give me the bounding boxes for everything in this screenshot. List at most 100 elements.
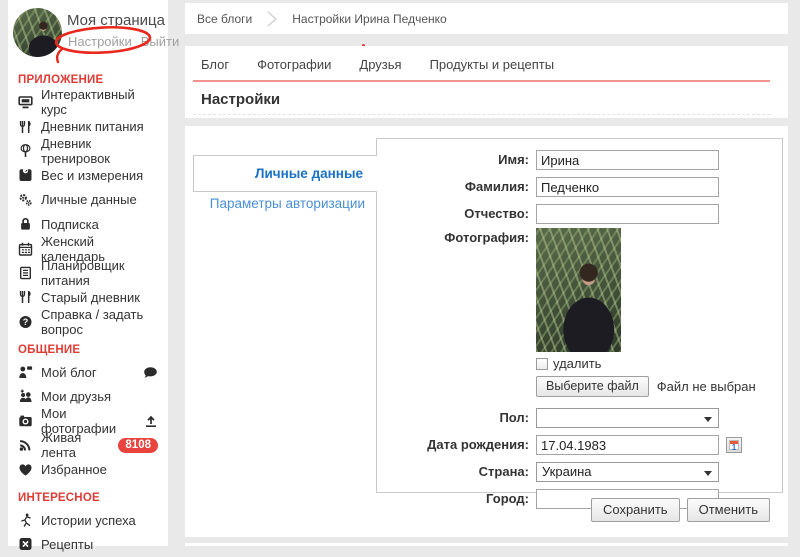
menu-communication: Мой блог Мои друзья Мои фотографии Живая…	[8, 360, 168, 482]
datepicker-button[interactable]: 1	[726, 437, 742, 453]
sidebar-item-label: Избранное	[41, 462, 107, 478]
middle-name-label: Отчество:	[464, 206, 529, 221]
gender-select[interactable]	[536, 408, 719, 428]
comment-icon[interactable]	[143, 366, 158, 379]
live-feed-badge: 8108	[118, 437, 158, 453]
first-name-input[interactable]	[536, 150, 719, 170]
section-title-app: ПРИЛОЖЕНИЕ	[18, 74, 104, 86]
form-row-birth-date: Дата рождения: 1	[377, 435, 782, 455]
last-name-label: Фамилия:	[464, 179, 529, 194]
photo-label: Фотография:	[444, 230, 529, 245]
sidebar-item-label: Мой блог	[41, 364, 97, 380]
birth-date-label: Дата рождения:	[427, 437, 529, 452]
country-label: Страна:	[478, 464, 529, 479]
photos-icon	[18, 414, 33, 428]
heart-icon	[18, 463, 33, 477]
sidebar-item-favorites[interactable]: Избранное	[8, 457, 168, 481]
personal-data-form: Имя: Фамилия: Отчество: Фотография: удал…	[376, 138, 783, 509]
birth-date-input[interactable]	[536, 435, 719, 455]
menu-app: Интерактивный курс Дневник питания Дневн…	[8, 87, 168, 337]
tabs-panel: Блог Фотографии Друзья Продукты и рецепт…	[185, 46, 788, 118]
sidebar-item-label: Вес и измерения	[41, 167, 144, 183]
tab-photos[interactable]: Фотографии	[257, 57, 331, 72]
recipes-icon	[18, 537, 33, 551]
tabs-row: Блог Фотографии Друзья Продукты и рецепт…	[193, 46, 770, 82]
form-row-last-name: Фамилия:	[377, 177, 782, 197]
profile-block: Моя страница Настройки Выйти	[8, 0, 179, 64]
settings-link[interactable]: Настройки	[68, 34, 132, 49]
form-row-photo: Фотография: удалить Выберите файл Файл н…	[377, 228, 782, 403]
vtab-authorization-params[interactable]: Параметры авторизации	[193, 196, 365, 212]
sidebar-item-label: Дневник питания	[41, 119, 144, 135]
form-row-first-name: Имя:	[377, 150, 782, 170]
file-status-text: Файл не выбран	[656, 378, 756, 394]
calendar-icon	[18, 242, 33, 256]
sidebar-item-label: Подписка	[41, 216, 99, 232]
cancel-button[interactable]: Отменить	[686, 498, 770, 522]
friends-icon	[18, 389, 33, 403]
sidebar-item-personal-data[interactable]: Личные данные	[8, 188, 168, 212]
breadcrumb-current: Настройки Ирина Педченко	[292, 11, 447, 26]
lock-icon	[18, 217, 33, 231]
first-name-label: Имя:	[498, 152, 529, 167]
sidebar-item-label: Интерактивный курс	[41, 87, 135, 118]
sidebar-item-label: Рецепты	[41, 536, 94, 552]
help-icon: ?	[18, 315, 33, 329]
old-diary-icon	[18, 290, 33, 304]
vtab-personal-data[interactable]: Личные данные	[193, 155, 377, 192]
sidebar-item-label: Мои друзья	[41, 388, 112, 404]
menu-interesting: Истории успеха Рецепты	[8, 508, 168, 557]
sidebar-item-label: Живая лента	[41, 430, 82, 461]
sidebar-item-help[interactable]: ? Справка / задать вопрос	[8, 306, 168, 337]
sidebar-item-course[interactable]: Интерактивный курс	[8, 87, 168, 118]
country-select[interactable]: Украина	[536, 462, 719, 482]
datepicker-icon: 1	[729, 440, 739, 452]
blog-icon	[18, 365, 33, 379]
sidebar-item-label: Справка / задать вопрос	[41, 306, 144, 337]
tab-blog[interactable]: Блог	[201, 57, 229, 72]
planner-icon	[18, 266, 33, 280]
sidebar-item-label: Личные данные	[41, 192, 137, 208]
middle-name-input[interactable]	[536, 204, 719, 224]
runner-icon	[18, 513, 33, 527]
form-row-country: Страна: Украина	[377, 462, 782, 482]
sidebar-item-my-blog[interactable]: Мой блог	[8, 360, 168, 384]
breadcrumb: Все блоги Настройки Ирина Педченко	[185, 3, 788, 34]
sidebar-item-weight[interactable]: Вес и измерения	[8, 163, 168, 187]
sidebar: Моя страница Настройки Выйти ПРИЛОЖЕНИЕ И…	[8, 0, 179, 552]
sidebar-item-label: Истории успеха	[41, 512, 136, 528]
form-row-middle-name: Отчество:	[377, 204, 782, 224]
last-name-input[interactable]	[536, 177, 719, 197]
tab-products-recipes[interactable]: Продукты и рецепты	[430, 57, 555, 72]
choose-file-button[interactable]: Выберите файл	[536, 375, 649, 397]
profile-name[interactable]: Моя страница	[67, 12, 165, 29]
form-buttons: Сохранить Отменить	[584, 498, 770, 522]
city-label: Город:	[486, 491, 529, 506]
rss-icon	[18, 438, 33, 452]
sidebar-item-workout-diary[interactable]: Дневник тренировок	[8, 135, 168, 166]
profile-links: Настройки Выйти	[68, 34, 188, 49]
form-row-gender: Пол:	[377, 408, 782, 428]
logout-link[interactable]: Выйти	[141, 34, 180, 49]
page-title: Настройки	[193, 82, 770, 115]
breadcrumb-all-blogs[interactable]: Все блоги	[197, 12, 252, 26]
course-icon	[18, 95, 33, 109]
tab-friends[interactable]: Друзья	[359, 57, 401, 72]
section-title-interesting: ИНТЕРЕСНОЕ	[18, 491, 100, 504]
food-diary-icon	[18, 120, 33, 134]
sidebar-item-meal-planner[interactable]: Планировщик питания	[8, 258, 168, 288]
section-title-communication: ОБЩЕНИЕ	[18, 343, 81, 356]
upload-icon[interactable]	[144, 414, 158, 428]
sidebar-item-label: Старый дневник	[41, 289, 140, 305]
sidebar-item-label: Дневник тренировок	[41, 135, 110, 166]
avatar[interactable]	[13, 8, 62, 57]
save-button[interactable]: Сохранить	[590, 498, 680, 522]
delete-photo-checkbox[interactable]	[536, 357, 548, 370]
gears-icon	[18, 193, 33, 207]
sidebar-item-recipes[interactable]: Рецепты	[8, 532, 168, 556]
chevron-down-icon	[704, 471, 712, 476]
sidebar-item-success-stories[interactable]: Истории успеха	[8, 508, 168, 532]
sidebar-item-live-feed[interactable]: Живая лента 8108	[8, 430, 168, 461]
gender-label: Пол:	[499, 410, 529, 425]
profile-photo	[536, 228, 621, 352]
